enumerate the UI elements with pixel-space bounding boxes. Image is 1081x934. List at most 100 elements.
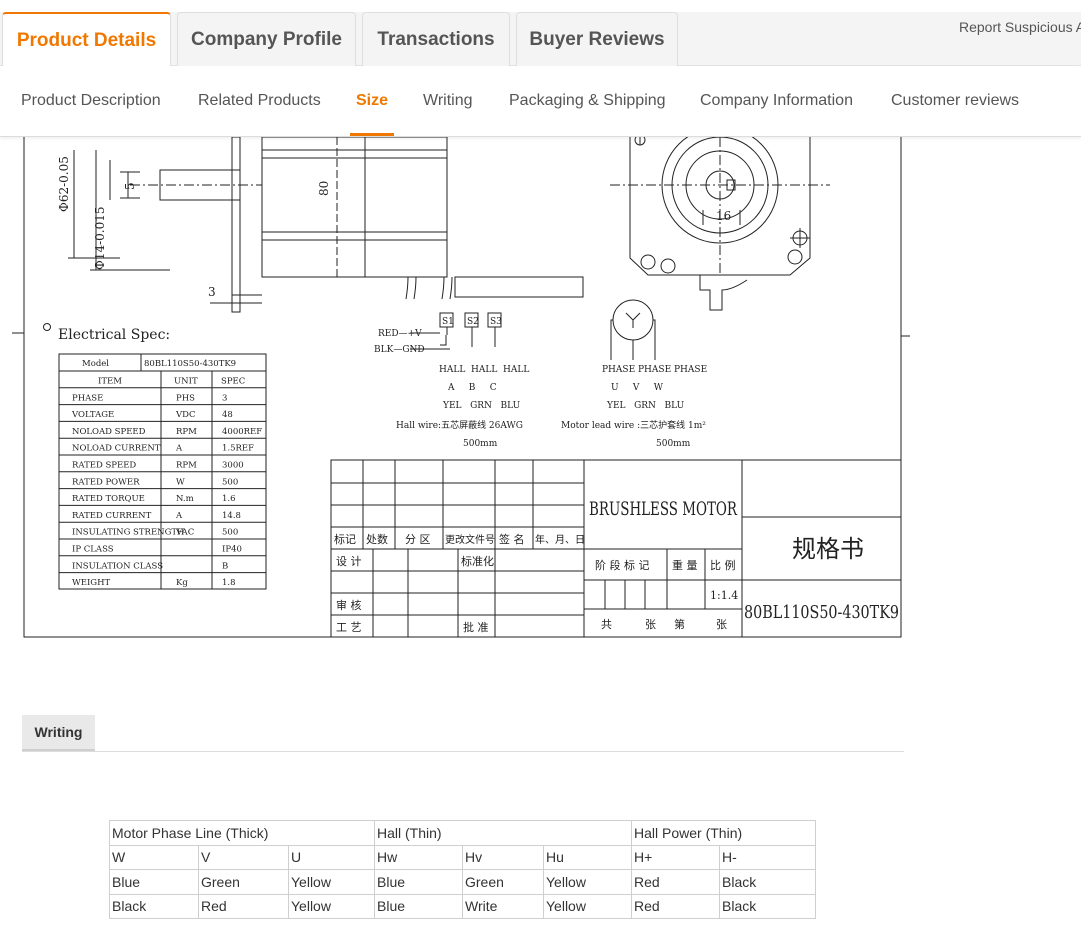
tb-mark: 标记 (334, 532, 356, 546)
dim-small-diameter: Φ14-0.015 (93, 206, 107, 270)
tb-signature: 签 名 (499, 532, 525, 546)
table-row: W V U Hw Hv Hu H+ H- (109, 844, 816, 870)
motor-technical-drawing: Φ62-0.05 Φ14-0.015 5 80 3 16 Electrical … (12, 137, 910, 638)
spec-item: INSULATION CLASS (72, 561, 163, 571)
writing-section-tab[interactable]: Writing (22, 715, 95, 751)
table-cell: Green (462, 869, 544, 895)
spec-item: IP CLASS (72, 545, 114, 555)
hall-wire-spec: Hall wire:五芯屏蔽线 26AWG (396, 419, 523, 431)
spec-header: SPEC (221, 377, 245, 387)
group-hall-power: Hall Power (Thin) (631, 820, 816, 846)
spec-model-value: 80BL110S50-430TK9 (144, 359, 236, 369)
tb-design: 设 计 (336, 555, 362, 568)
phase-colors: YEL GRN BLU (606, 401, 685, 411)
section-nav: Product Description Related Products Siz… (0, 66, 1081, 137)
tab-product-details[interactable]: Product Details (2, 12, 171, 67)
hall-labels: HALL HALL HALL (439, 365, 529, 375)
nav-company-information[interactable]: Company Information (700, 92, 853, 110)
spec-item: NOLOAD CURRENT (72, 444, 161, 454)
table-cell: Red (198, 893, 289, 919)
table-cell: H- (719, 844, 816, 870)
nav-packaging-shipping[interactable]: Packaging & Shipping (509, 92, 666, 110)
spec-header: UNIT (174, 377, 198, 387)
nav-customer-reviews[interactable]: Customer reviews (891, 92, 1019, 110)
spec-header: ITEM (98, 377, 122, 387)
table-cell: Black (109, 893, 199, 919)
tb-total: 共 (601, 618, 612, 631)
spec-unit: N.m (176, 494, 194, 504)
table-row: Black Red Yellow Blue Write Yellow Red B… (109, 893, 816, 919)
table-cell: U (288, 844, 375, 870)
spec-value: 1.6 (222, 494, 236, 504)
table-cell: Hv (462, 844, 544, 870)
hall-colors: YEL GRN BLU (442, 401, 521, 411)
spec-item: NOLOAD SPEED (72, 427, 146, 437)
table-cell: Yellow (288, 869, 375, 895)
tb-title: BRUSHLESS MOTOR (589, 498, 737, 520)
tb-spec-sheet: 规格书 (792, 535, 864, 563)
spec-unit: PHS (176, 393, 195, 403)
report-suspicious-link[interactable]: Report Suspicious Activity (959, 19, 1081, 35)
group-hall: Hall (Thin) (374, 820, 632, 846)
table-cell: Yellow (543, 869, 632, 895)
red-wire-label: RED—+V (378, 329, 422, 339)
tb-count: 处数 (366, 533, 388, 546)
table-cell: Blue (374, 893, 463, 919)
phase-labels: PHASE PHASE PHASE (602, 365, 707, 375)
spec-value: 500 (222, 477, 238, 487)
tb-stage-mark: 阶 段 标 记 (595, 558, 650, 572)
table-cell: Yellow (543, 893, 632, 919)
table-cell: Black (719, 893, 816, 919)
table-cell: Hu (543, 844, 632, 870)
spec-value: 4000REF (222, 427, 262, 437)
spec-model-label: Model (82, 359, 109, 369)
dim-key: 5 (123, 182, 137, 190)
tb-weight: 重 量 (672, 558, 698, 572)
spec-item: RATED POWER (72, 477, 140, 487)
spec-value: 500 (222, 528, 238, 538)
tb-scale: 比 例 (710, 558, 736, 572)
electrical-spec-title: Electrical Spec: (58, 327, 170, 343)
nav-related-products[interactable]: Related Products (198, 92, 321, 110)
spec-value: 48 (222, 410, 233, 420)
writing-divider (22, 751, 904, 752)
dim-flange: 3 (208, 285, 216, 299)
spec-unit: A (175, 511, 183, 521)
nav-product-description[interactable]: Product Description (21, 92, 161, 110)
phase-uvw: U V W (611, 383, 664, 393)
nav-size[interactable]: Size (356, 92, 388, 110)
spec-unit: VDC (175, 410, 195, 420)
spec-value: 14.8 (222, 511, 241, 521)
spec-unit: VAC (175, 528, 194, 538)
table-cell: V (198, 844, 289, 870)
table-cell: Green (198, 869, 289, 895)
tb-date: 年、月、日 (535, 533, 585, 546)
active-nav-indicator (350, 133, 394, 136)
spec-value: 3 (222, 393, 227, 403)
spec-unit: W (176, 477, 185, 487)
spec-value: B (222, 561, 228, 571)
tb-scale-value: 1:1.4 (710, 589, 738, 602)
tb-number: 第 (674, 617, 685, 631)
tb-sheet-b: 张 (716, 618, 727, 631)
dim-shaft-diameter: Φ62-0.05 (57, 156, 71, 212)
top-tab-bar: Product Details Company Profile Transact… (0, 12, 1081, 67)
spec-value: 3000 (222, 461, 244, 471)
spec-unit: RPM (176, 461, 197, 471)
tb-process: 工 艺 (336, 621, 362, 634)
table-cell: W (109, 844, 199, 870)
spec-item: VOLTAGE (71, 410, 114, 420)
table-cell: H+ (631, 844, 720, 870)
tb-change-doc: 更改文件号 (445, 533, 495, 546)
nav-writing[interactable]: Writing (423, 92, 473, 110)
tab-buyer-reviews[interactable]: Buyer Reviews (516, 12, 678, 66)
wiring-table: Motor Phase Line (Thick) Hall (Thin) Hal… (109, 820, 816, 919)
spec-item: RATED CURRENT (72, 511, 152, 521)
dim-body: 80 (317, 181, 331, 196)
tab-transactions[interactable]: Transactions (362, 12, 510, 66)
tab-company-profile[interactable]: Company Profile (177, 12, 356, 66)
spec-item: WEIGHT (72, 578, 111, 588)
tb-sheet-a: 张 (645, 618, 656, 631)
black-wire-label: BLK—GND (374, 345, 425, 355)
spec-item: INSULATING STRENGTH (72, 528, 184, 538)
